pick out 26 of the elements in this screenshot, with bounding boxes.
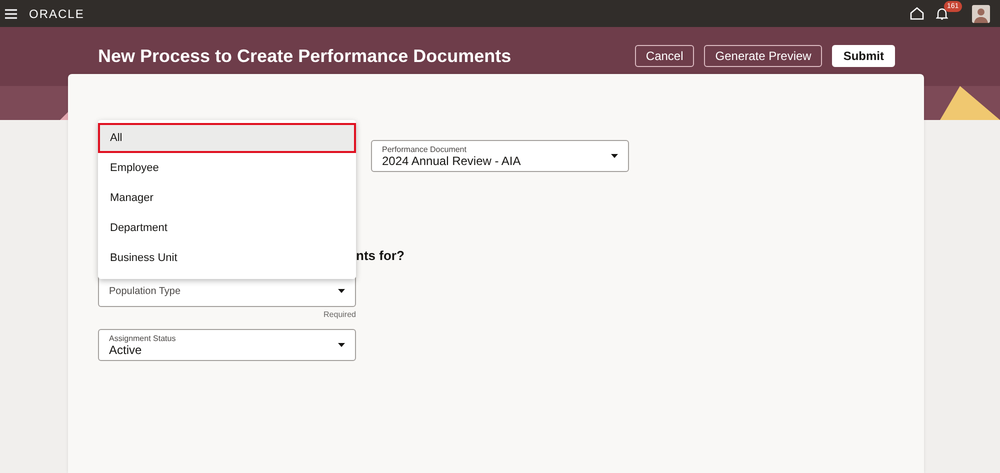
page-title: New Process to Create Performance Documents	[98, 46, 512, 66]
caret-icon	[338, 343, 345, 347]
helper-text: Required	[322, 310, 356, 319]
bell-icon[interactable]	[936, 6, 948, 20]
avatar-icon[interactable]	[972, 4, 990, 22]
field-label: Performance Document	[382, 144, 468, 154]
caret-icon	[338, 289, 345, 293]
header-button[interactable]: Generate Preview	[704, 45, 822, 67]
header-button[interactable]: Cancel	[634, 45, 694, 67]
submit-button[interactable]: Submit	[832, 45, 895, 67]
dropdown-option[interactable]: Employee	[98, 153, 356, 183]
dropdown-option[interactable]: Manager	[98, 183, 356, 213]
dropdown-option[interactable]: Department	[98, 213, 356, 243]
caret-icon	[611, 154, 618, 158]
select-field[interactable]: Assignment Status Active	[98, 329, 356, 361]
home-icon[interactable]	[910, 7, 924, 20]
dropdown-option[interactable]: Business Unit	[98, 243, 356, 273]
section-heading: nts for?	[356, 248, 404, 263]
logo[interactable]: ORACLE	[29, 6, 84, 20]
field-value: Active	[109, 342, 142, 356]
dropdown-option[interactable]: All	[98, 123, 356, 153]
menu-icon[interactable]	[5, 8, 17, 18]
field-value: 2024 Annual Review - AIA	[382, 154, 522, 168]
select-field[interactable]: Performance Document 2024 Annual Review - AIA	[371, 140, 629, 172]
field-label: Assignment Status	[109, 334, 177, 342]
field-placeholder: Population Type	[109, 286, 182, 296]
